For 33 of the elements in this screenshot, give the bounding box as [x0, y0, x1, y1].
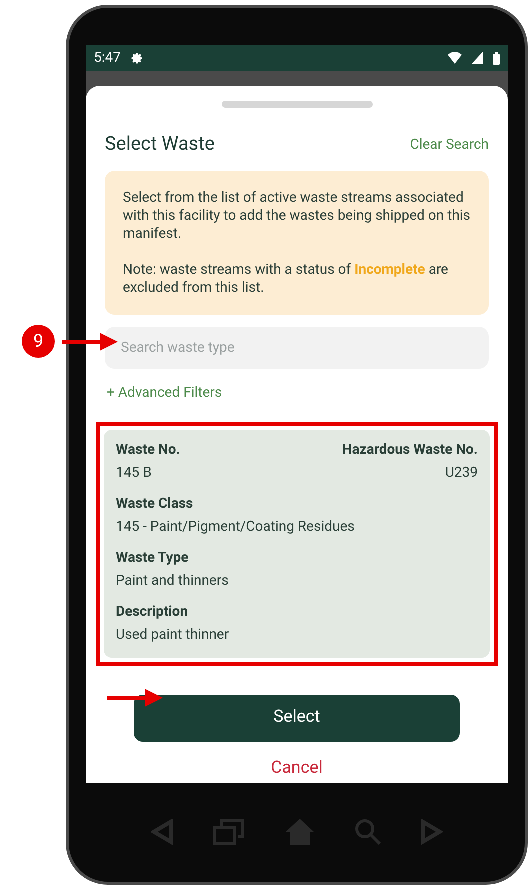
cancel-button[interactable]: Cancel	[271, 756, 323, 781]
settings-icon	[131, 52, 144, 64]
pointer-arrow	[107, 689, 163, 707]
field-value: 145 B	[116, 464, 152, 482]
battery-icon	[493, 52, 500, 64]
field-value: Used paint thinner	[116, 626, 230, 644]
step-badge: 9	[22, 325, 55, 358]
pointer-arrow	[62, 333, 118, 351]
back-icon[interactable]	[151, 819, 173, 846]
field-label: Waste Class	[116, 494, 194, 514]
field-value: Paint and thinners	[116, 572, 229, 590]
search-field[interactable]: Search waste type	[105, 326, 489, 368]
field-label: Waste No.	[116, 440, 180, 460]
select-button[interactable]: Select	[134, 694, 460, 742]
home-icon[interactable]	[285, 818, 315, 846]
drag-handle[interactable]	[222, 101, 372, 108]
advanced-filters-link[interactable]: + Advanced Filters	[107, 382, 222, 404]
info-text: Note: waste streams with a status of Incomplete are excluded from this list.	[123, 260, 450, 296]
search-icon[interactable]	[355, 819, 381, 846]
clear-search-link[interactable]: Clear Search	[410, 134, 489, 156]
status-time: 5:47	[94, 48, 121, 68]
field-label: Waste Type	[116, 548, 189, 568]
wifi-icon	[448, 52, 462, 64]
field-value: 145 - Paint/Pigment/Coating Residues	[116, 518, 355, 536]
field-label: Description	[116, 602, 188, 622]
field-label: Hazardous Waste No.	[342, 440, 478, 460]
sheet-title: Select Waste	[105, 131, 215, 157]
info-text: Select from the list of active waste streams associated with this facility to add the wastes being shipped on this manifest.	[123, 188, 471, 242]
recent-apps-icon[interactable]	[213, 818, 245, 846]
forward-icon[interactable]	[421, 819, 443, 846]
signal-icon	[472, 52, 483, 64]
waste-card[interactable]: Waste No. 145 B Hazardous Waste No. U239 Waste Class 145 - Paint/Pigment/Coating Residues Waste Type Paint and thinners Description Used paint thinner	[96, 422, 498, 666]
field-value: U239	[445, 464, 478, 482]
